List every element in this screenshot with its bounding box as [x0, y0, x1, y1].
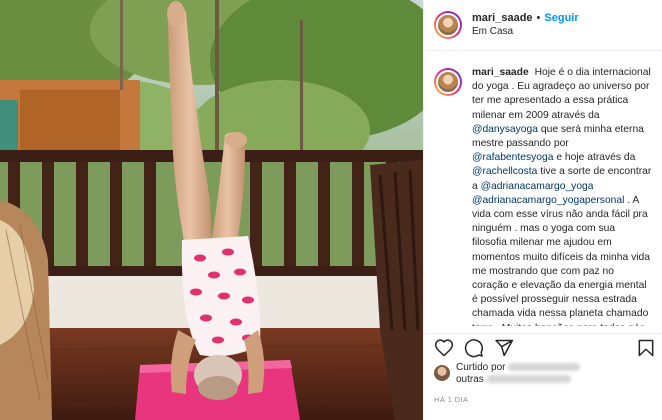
- caption-username[interactable]: mari_saade: [472, 67, 529, 78]
- comments-area[interactable]: mari_saade Hoje é o dia internacional do…: [424, 52, 662, 326]
- caption-segment: e hoje através da: [553, 152, 636, 164]
- post-photo[interactable]: [0, 0, 423, 420]
- likes-summary: Curtido por outras: [434, 362, 652, 390]
- caption-segment: . A vida com esse vírus não anda fácil p…: [472, 194, 650, 326]
- caption-text: mari_saade Hoje é o dia internacional do…: [472, 66, 652, 326]
- mention-link[interactable]: @rafabentesyoga: [472, 152, 553, 163]
- post-timestamp[interactable]: Há 1 dia: [434, 395, 468, 404]
- post-caption: mari_saade Hoje é o dia internacional do…: [434, 66, 652, 326]
- follow-button[interactable]: Seguir: [544, 11, 578, 25]
- likes-others: outras: [456, 374, 484, 385]
- blurred-count: [486, 375, 571, 384]
- mention-link[interactable]: @danysayoga: [472, 124, 538, 135]
- liker-avatar[interactable]: [434, 365, 450, 381]
- post-side-panel: mari_saade • Seguir Em Casa mari_saade H…: [423, 0, 662, 420]
- likes-prefix: Curtido por: [456, 362, 506, 373]
- author-avatar[interactable]: [434, 11, 462, 39]
- mention-link[interactable]: @adrianacamargo_yogapersonal: [472, 195, 624, 206]
- blurred-username: [508, 363, 581, 372]
- post-header: mari_saade • Seguir Em Casa: [424, 0, 662, 51]
- yoga-headstand-photo: [0, 0, 423, 420]
- mention-link[interactable]: @adrianacamargo_yoga: [481, 181, 594, 192]
- paper-plane-icon[interactable]: [494, 338, 514, 358]
- separator-dot: •: [536, 12, 541, 24]
- post-location[interactable]: Em Casa: [472, 25, 579, 39]
- likes-text[interactable]: Curtido por outras: [456, 362, 581, 386]
- instagram-post: mari_saade • Seguir Em Casa mari_saade H…: [0, 0, 662, 420]
- action-bar: [424, 333, 662, 359]
- author-username[interactable]: mari_saade: [472, 11, 533, 25]
- caption-author-avatar[interactable]: [434, 68, 462, 96]
- header-text: mari_saade • Seguir Em Casa: [472, 11, 579, 39]
- mention-link[interactable]: @rachellcosta: [472, 166, 537, 177]
- comment-icon[interactable]: [464, 338, 484, 358]
- bookmark-icon[interactable]: [636, 338, 656, 358]
- heart-icon[interactable]: [434, 338, 454, 358]
